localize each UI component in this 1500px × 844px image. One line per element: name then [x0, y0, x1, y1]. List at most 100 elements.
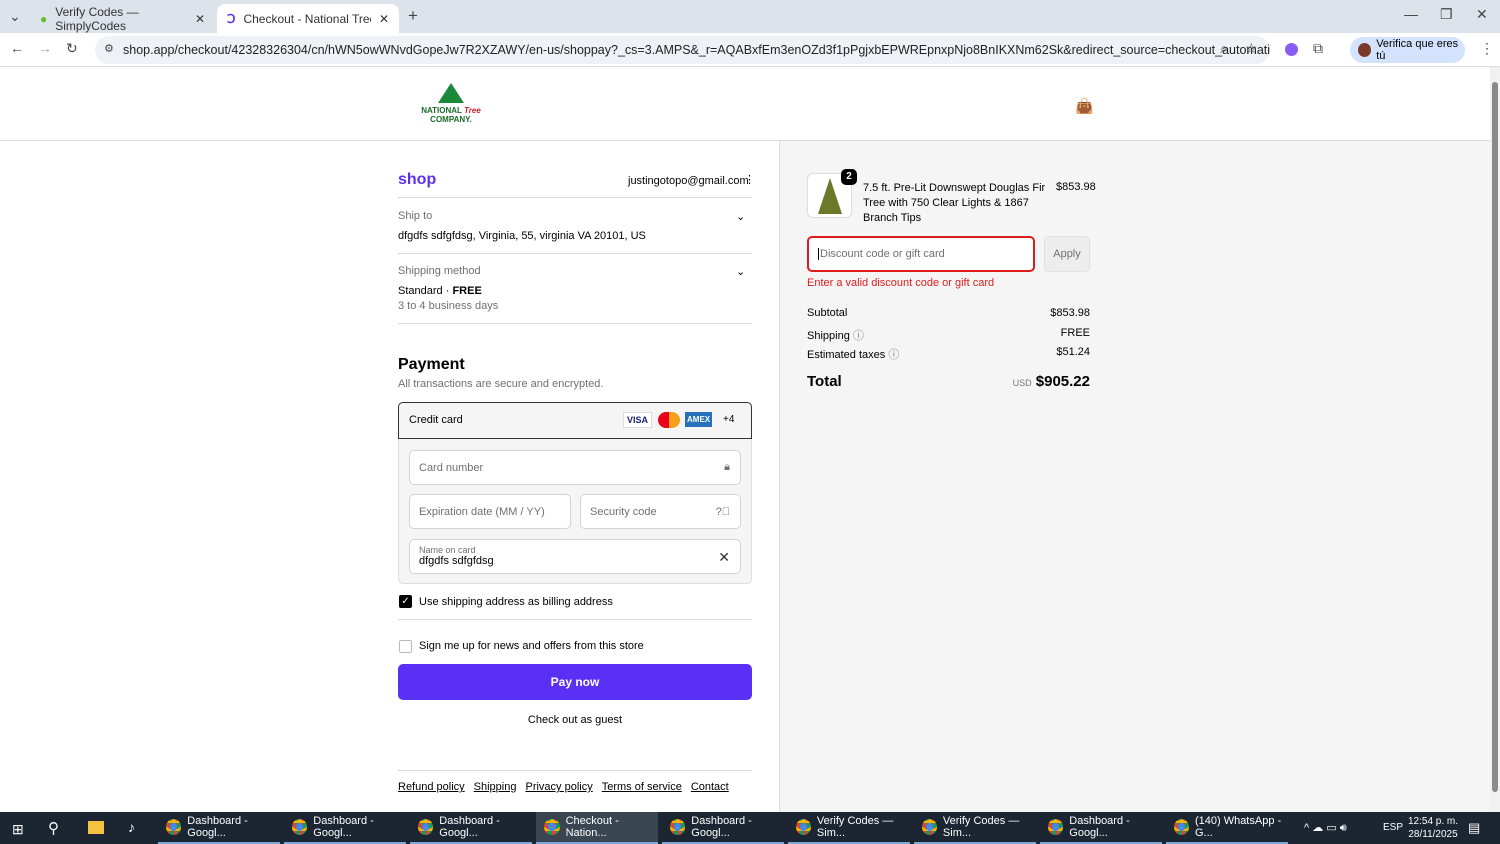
help-icon[interactable]: ?⃝ — [716, 506, 730, 518]
order-summary: 2 7.5 ft. Pre-Lit Downswept Douglas Fir … — [779, 141, 1490, 812]
system-tray-icons[interactable]: ^ ☁ ▭ 🔊︎ — [1304, 821, 1347, 835]
chrome-icon — [796, 819, 811, 835]
shop-icon: Ↄ — [227, 11, 236, 26]
language-indicator[interactable]: ESP — [1383, 822, 1403, 833]
ship-to-chevron-icon[interactable]: ⌄ — [736, 210, 745, 223]
forward-icon[interactable]: → — [38, 40, 52, 56]
checkout-page: NATIONAL Tree COMPANY. 👜 shop justingoto… — [0, 67, 1490, 812]
extensions-puzzle-icon[interactable]: ⧉ — [1313, 40, 1323, 57]
chrome-icon — [166, 819, 182, 835]
search-icon[interactable]: ⚲ — [48, 819, 59, 837]
extension-icon[interactable] — [1285, 43, 1298, 56]
shipping-method-label: Shipping method — [398, 265, 481, 277]
news-checkbox[interactable] — [399, 640, 412, 653]
taskbar-item[interactable]: Dashboard - Googl... — [284, 812, 406, 844]
taskbar-item[interactable]: Verify Codes — Sim... — [914, 812, 1036, 844]
name-on-card-input[interactable]: Name on card dfgdfs sdfgfdsg ✕ — [409, 539, 741, 574]
account-email: justingotopo@gmail.com — [628, 175, 749, 187]
more-cards-badge: +4 — [723, 414, 735, 425]
clock[interactable]: 12:54 p. m. 28/11/2025 — [1408, 815, 1458, 841]
shop-logo: shop — [398, 171, 437, 188]
back-icon[interactable]: ← — [10, 40, 24, 56]
news-label: Sign me up for news and offers from this… — [419, 640, 644, 652]
payment-subtitle: All transactions are secure and encrypte… — [398, 378, 604, 390]
restore-icon[interactable]: ❐ — [1440, 6, 1453, 23]
store-header: NATIONAL Tree COMPANY. 👜 — [0, 67, 1490, 141]
notifications-icon[interactable]: ▤ — [1468, 820, 1480, 836]
tab-search-icon[interactable]: ⌄ — [9, 8, 21, 25]
help-icon[interactable]: ⓘ — [853, 330, 864, 342]
shipping-link[interactable]: Shipping — [474, 781, 517, 793]
divider — [398, 323, 752, 324]
minimize-icon[interactable]: — — [1404, 6, 1418, 22]
product-name: 7.5 ft. Pre-Lit Downswept Douglas Fir Tr… — [863, 182, 1046, 224]
tab-verify-codes[interactable]: ● Verify Codes — SimplyCodes ✕ — [30, 4, 215, 33]
close-tab-icon[interactable]: ✕ — [379, 12, 389, 26]
taskbar-item[interactable]: (140) WhatsApp - G... — [1166, 812, 1288, 844]
zoom-icon[interactable]: ⌕ — [1220, 40, 1228, 57]
tab-bar: ⌄ ● Verify Codes — SimplyCodes ✕ Ↄ Checkout… — [0, 0, 1500, 33]
contact-link[interactable]: Contact — [691, 781, 729, 793]
visa-icon: VISA — [623, 412, 653, 428]
cart-bag-icon[interactable]: 👜 — [1075, 97, 1094, 115]
amex-icon: AMEX — [685, 412, 713, 427]
new-tab-icon[interactable]: + — [408, 6, 418, 26]
store-logo[interactable]: NATIONAL Tree COMPANY. — [402, 83, 500, 125]
shipping-method-chevron-icon[interactable]: ⌄ — [736, 265, 745, 278]
taskbar-item[interactable]: Verify Codes — Sim... — [788, 812, 910, 844]
divider — [398, 253, 752, 254]
tree-logo-icon — [438, 83, 464, 103]
terms-link[interactable]: Terms of service — [602, 781, 682, 793]
refund-policy-link[interactable]: Refund policy — [398, 781, 465, 793]
chrome-icon — [418, 819, 434, 835]
ship-to-value: dfgdfs sdfgfdsg, Virginia, 55, virginia … — [398, 230, 646, 242]
quantity-badge: 2 — [841, 169, 857, 185]
close-tab-icon[interactable]: ✕ — [195, 12, 205, 26]
chrome-icon — [922, 819, 937, 835]
close-window-icon[interactable]: ✕ — [1476, 6, 1488, 23]
taskbar-item[interactable]: Dashboard - Googl... — [158, 812, 280, 844]
chrome-icon — [670, 819, 686, 835]
discount-code-input[interactable]: Discount code or gift card — [807, 236, 1035, 272]
chrome-icon — [1174, 819, 1189, 835]
profile-button[interactable]: Verifica que eres tú — [1350, 37, 1465, 63]
credit-card-option[interactable]: Credit card VISA AMEX +4 — [398, 402, 752, 439]
apply-button[interactable]: Apply — [1044, 236, 1090, 272]
reload-icon[interactable]: ↻ — [66, 40, 78, 57]
taskbar-item[interactable]: Dashboard - Googl... — [410, 812, 532, 844]
taskbar-item[interactable]: Checkout - Nation... — [536, 812, 658, 844]
billing-checkbox[interactable]: ✓ — [399, 595, 412, 608]
card-number-input[interactable]: Card number 🔒︎ — [409, 450, 741, 485]
guest-checkout-link[interactable]: Check out as guest — [398, 714, 752, 726]
taskbar: ⊞ ⚲ ♪ Dashboard - Googl... Dashboard - Go… — [0, 812, 1500, 844]
scrollbar[interactable] — [1490, 67, 1500, 812]
subtotal-label: Subtotal — [807, 307, 848, 319]
taxes-label: Estimated taxes ⓘ — [807, 349, 900, 361]
shipping-method-value: Standard · FREE — [398, 285, 482, 297]
credit-card-panel: Credit card VISA AMEX +4 Card number 🔒︎ E… — [398, 402, 752, 584]
taskbar-item[interactable]: Dashboard - Googl... — [1040, 812, 1162, 844]
privacy-policy-link[interactable]: Privacy policy — [525, 781, 592, 793]
taskbar-item[interactable]: Dashboard - Googl... — [662, 812, 784, 844]
address-bar[interactable]: shop.app/checkout/42328326304/cn/hWN5owW… — [95, 36, 1270, 64]
pay-now-button[interactable]: Pay now — [398, 664, 752, 700]
total-label: Total — [807, 373, 842, 390]
tiktok-icon[interactable]: ♪ — [128, 819, 135, 835]
tree-image — [817, 177, 842, 214]
browser-toolbar: ← → ↻ shop.app/checkout/42328326304/cn/h… — [0, 33, 1500, 67]
help-icon[interactable]: ⓘ — [888, 349, 899, 361]
bookmark-star-icon[interactable]: ☆ — [1245, 40, 1258, 57]
lock-icon: 🔒︎ — [724, 461, 730, 473]
expiration-input[interactable]: Expiration date (MM / YY) — [409, 494, 571, 529]
security-code-input[interactable]: Security code ?⃝ — [580, 494, 741, 529]
taxes-value: $51.24 — [1056, 346, 1090, 358]
file-explorer-icon[interactable] — [88, 821, 104, 834]
site-info-icon[interactable]: ⚙ — [104, 42, 114, 55]
menu-icon[interactable]: ⋮ — [1480, 40, 1494, 57]
tab-checkout[interactable]: ↃCheckout - National Tree Comp✕ — [217, 4, 399, 33]
windows-start-icon[interactable]: ⊞ — [12, 821, 24, 838]
shipping-value: FREE — [1060, 327, 1090, 339]
clear-icon[interactable]: ✕ — [718, 549, 730, 566]
account-menu-icon[interactable]: ⋮ — [744, 173, 755, 186]
chrome-icon — [544, 819, 560, 835]
